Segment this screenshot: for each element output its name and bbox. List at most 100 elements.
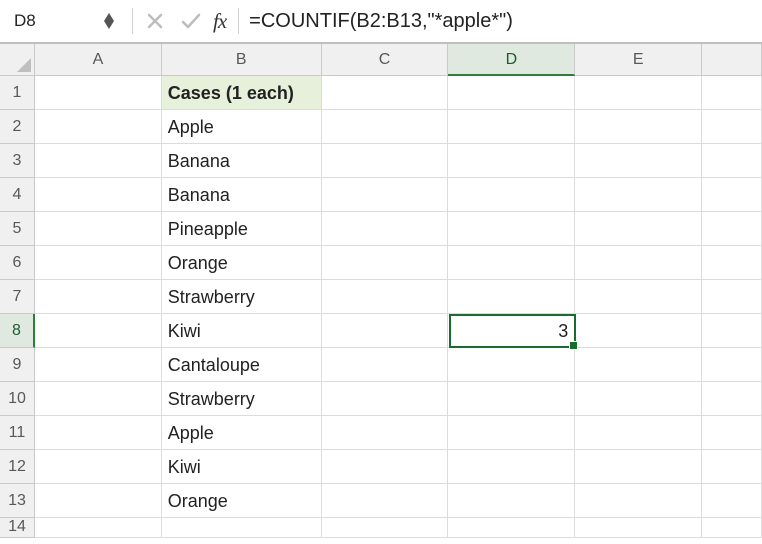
cell-D2[interactable] bbox=[448, 110, 575, 144]
row-header-4[interactable]: 4 bbox=[0, 178, 35, 212]
cell-A14[interactable] bbox=[35, 518, 162, 538]
row-header-9[interactable]: 9 bbox=[0, 348, 35, 382]
cell-F7[interactable] bbox=[702, 280, 762, 314]
cell-D14[interactable] bbox=[448, 518, 575, 538]
cell-B14[interactable] bbox=[162, 518, 322, 538]
cell-A5[interactable] bbox=[35, 212, 162, 246]
cell-B6[interactable]: Orange bbox=[162, 246, 322, 280]
cell-E14[interactable] bbox=[575, 518, 702, 538]
cell-C10[interactable] bbox=[322, 382, 449, 416]
spreadsheet-grid[interactable]: A B C D E 1 Cases (1 each) 2 Apple 3 Ban… bbox=[0, 44, 762, 538]
cell-E7[interactable] bbox=[575, 280, 702, 314]
cell-A4[interactable] bbox=[35, 178, 162, 212]
fx-label[interactable]: fx bbox=[213, 9, 226, 34]
col-header-D[interactable]: D bbox=[448, 44, 575, 76]
cell-B4[interactable]: Banana bbox=[162, 178, 322, 212]
row-header-2[interactable]: 2 bbox=[0, 110, 35, 144]
cell-B13[interactable]: Orange bbox=[162, 484, 322, 518]
cell-B5[interactable]: Pineapple bbox=[162, 212, 322, 246]
row-header-6[interactable]: 6 bbox=[0, 246, 35, 280]
cell-D6[interactable] bbox=[448, 246, 575, 280]
cell-E1[interactable] bbox=[575, 76, 702, 110]
row-header-8[interactable]: 8 bbox=[0, 314, 35, 348]
cell-C5[interactable] bbox=[322, 212, 449, 246]
cell-C8[interactable] bbox=[322, 314, 449, 348]
cell-D8[interactable]: 3 bbox=[448, 314, 575, 348]
cell-C4[interactable] bbox=[322, 178, 449, 212]
col-header-F[interactable] bbox=[702, 44, 762, 76]
cell-B9[interactable]: Cantaloupe bbox=[162, 348, 322, 382]
confirm-button[interactable] bbox=[176, 6, 206, 36]
cell-E2[interactable] bbox=[575, 110, 702, 144]
cell-B7[interactable]: Strawberry bbox=[162, 280, 322, 314]
cell-F6[interactable] bbox=[702, 246, 762, 280]
col-header-E[interactable]: E bbox=[575, 44, 702, 76]
cell-C1[interactable] bbox=[322, 76, 449, 110]
cell-E8[interactable] bbox=[575, 314, 702, 348]
cell-A7[interactable] bbox=[35, 280, 162, 314]
cell-A8[interactable] bbox=[35, 314, 162, 348]
row-header-3[interactable]: 3 bbox=[0, 144, 35, 178]
formula-input[interactable]: =COUNTIF(B2:B13,"*apple*") bbox=[243, 10, 756, 33]
cell-D13[interactable] bbox=[448, 484, 575, 518]
cell-A3[interactable] bbox=[35, 144, 162, 178]
cell-C11[interactable] bbox=[322, 416, 449, 450]
name-box-stepper[interactable] bbox=[104, 13, 114, 29]
cell-F3[interactable] bbox=[702, 144, 762, 178]
row-header-13[interactable]: 13 bbox=[0, 484, 35, 518]
cell-B2[interactable]: Apple bbox=[162, 110, 322, 144]
cell-E12[interactable] bbox=[575, 450, 702, 484]
cell-F1[interactable] bbox=[702, 76, 762, 110]
cell-B3[interactable]: Banana bbox=[162, 144, 322, 178]
cell-B12[interactable]: Kiwi bbox=[162, 450, 322, 484]
cell-F10[interactable] bbox=[702, 382, 762, 416]
col-header-A[interactable]: A bbox=[35, 44, 162, 76]
cell-F5[interactable] bbox=[702, 212, 762, 246]
cell-F8[interactable] bbox=[702, 314, 762, 348]
cell-A11[interactable] bbox=[35, 416, 162, 450]
cell-E5[interactable] bbox=[575, 212, 702, 246]
row-header-5[interactable]: 5 bbox=[0, 212, 35, 246]
row-header-11[interactable]: 11 bbox=[0, 416, 35, 450]
cell-A1[interactable] bbox=[35, 76, 162, 110]
cell-E6[interactable] bbox=[575, 246, 702, 280]
cell-F12[interactable] bbox=[702, 450, 762, 484]
cell-C7[interactable] bbox=[322, 280, 449, 314]
cell-F11[interactable] bbox=[702, 416, 762, 450]
cell-D5[interactable] bbox=[448, 212, 575, 246]
cell-E3[interactable] bbox=[575, 144, 702, 178]
cell-A2[interactable] bbox=[35, 110, 162, 144]
cell-E11[interactable] bbox=[575, 416, 702, 450]
select-all-corner[interactable] bbox=[0, 44, 35, 76]
cell-C14[interactable] bbox=[322, 518, 449, 538]
cell-A9[interactable] bbox=[35, 348, 162, 382]
row-header-1[interactable]: 1 bbox=[0, 76, 35, 110]
row-header-12[interactable]: 12 bbox=[0, 450, 35, 484]
cancel-button[interactable] bbox=[140, 6, 170, 36]
cell-C13[interactable] bbox=[322, 484, 449, 518]
cell-B8[interactable]: Kiwi bbox=[162, 314, 322, 348]
cell-D11[interactable] bbox=[448, 416, 575, 450]
cell-C12[interactable] bbox=[322, 450, 449, 484]
cell-F2[interactable] bbox=[702, 110, 762, 144]
cell-D7[interactable] bbox=[448, 280, 575, 314]
col-header-B[interactable]: B bbox=[162, 44, 322, 76]
cell-F4[interactable] bbox=[702, 178, 762, 212]
cell-A10[interactable] bbox=[35, 382, 162, 416]
col-header-C[interactable]: C bbox=[322, 44, 449, 76]
cell-F14[interactable] bbox=[702, 518, 762, 538]
cell-E9[interactable] bbox=[575, 348, 702, 382]
cell-B11[interactable]: Apple bbox=[162, 416, 322, 450]
row-header-10[interactable]: 10 bbox=[0, 382, 35, 416]
cell-C9[interactable] bbox=[322, 348, 449, 382]
cell-E13[interactable] bbox=[575, 484, 702, 518]
cell-D4[interactable] bbox=[448, 178, 575, 212]
cell-C3[interactable] bbox=[322, 144, 449, 178]
cell-C2[interactable] bbox=[322, 110, 449, 144]
row-header-7[interactable]: 7 bbox=[0, 280, 35, 314]
cell-E4[interactable] bbox=[575, 178, 702, 212]
cell-E10[interactable] bbox=[575, 382, 702, 416]
cell-D1[interactable] bbox=[448, 76, 575, 110]
cell-B1[interactable]: Cases (1 each) bbox=[162, 76, 322, 110]
cell-A6[interactable] bbox=[35, 246, 162, 280]
